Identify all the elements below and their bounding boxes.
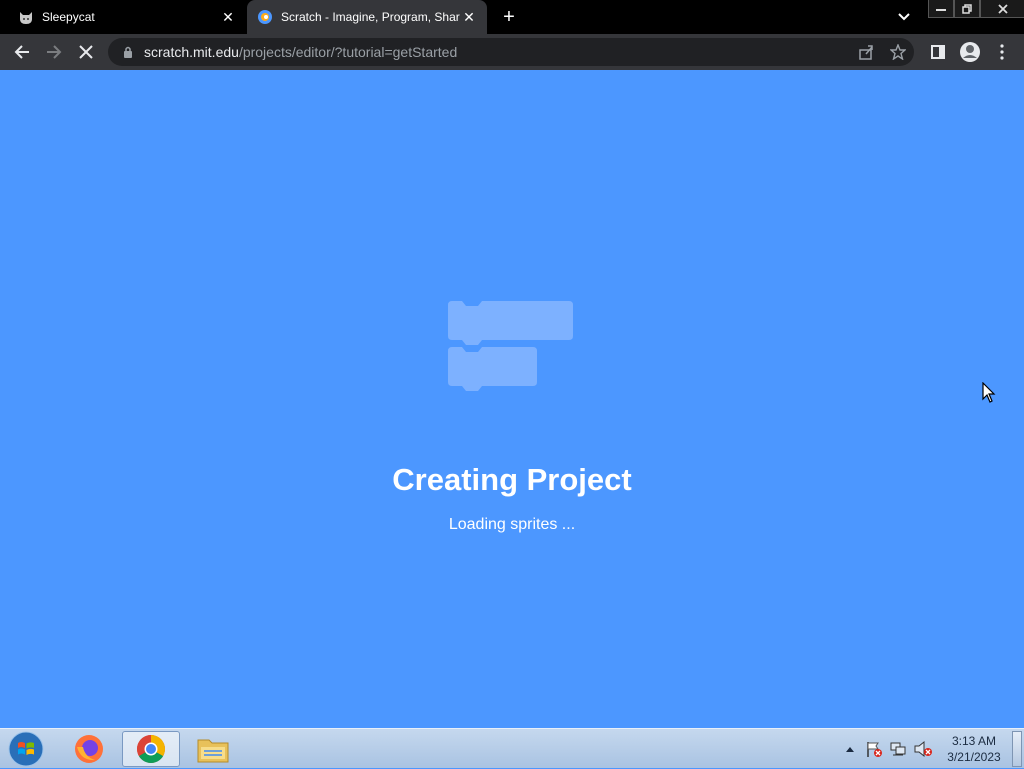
taskbar: 3:13 AM 3/21/2023 <box>0 728 1024 768</box>
tab-title: Sleepycat <box>42 10 95 24</box>
browser-toolbar: scratch.mit.edu/projects/editor/?tutoria… <box>0 34 1024 70</box>
window-controls <box>928 0 1024 18</box>
clock-time: 3:13 AM <box>951 734 997 748</box>
side-panel-icon[interactable] <box>926 40 950 64</box>
restore-button[interactable] <box>954 0 980 18</box>
scratch-icon <box>257 9 273 25</box>
profile-avatar-icon[interactable] <box>958 40 982 64</box>
loading-blocks-icon <box>448 301 574 400</box>
close-tab-icon[interactable]: ✕ <box>461 9 477 25</box>
file-explorer-taskbar-button[interactable] <box>184 731 242 767</box>
mouse-cursor-icon <box>982 381 996 409</box>
system-clock[interactable]: 3:13 AM 3/21/2023 <box>940 733 1008 765</box>
close-tab-icon[interactable]: ✕ <box>220 9 236 25</box>
firefox-taskbar-button[interactable] <box>60 731 118 767</box>
url-text: scratch.mit.edu/projects/editor/?tutoria… <box>144 44 457 60</box>
firefox-icon <box>75 735 103 763</box>
stop-icon <box>79 45 93 59</box>
show-hidden-icons-button[interactable] <box>843 729 857 769</box>
back-button[interactable] <box>10 40 34 64</box>
windows-logo-icon <box>8 731 44 767</box>
network-icon[interactable] <box>888 729 908 769</box>
tab-strip: Sleepycat ✕ Scratch - Imagine, Program, … <box>0 0 1024 34</box>
menu-kebab-icon[interactable] <box>990 40 1014 64</box>
cat-icon <box>18 9 34 25</box>
file-explorer-icon <box>197 739 229 763</box>
clock-date: 3/21/2023 <box>947 750 1001 764</box>
volume-muted-icon[interactable] <box>912 729 934 769</box>
lock-icon[interactable] <box>120 46 136 58</box>
close-window-button[interactable] <box>980 0 1024 18</box>
forward-button[interactable] <box>42 40 66 64</box>
tab-title: Scratch - Imagine, Program, Shar <box>281 10 460 24</box>
new-tab-button[interactable]: + <box>497 6 521 28</box>
share-icon[interactable] <box>854 38 878 66</box>
show-desktop-button[interactable] <box>1012 731 1022 767</box>
action-center-flag-icon[interactable] <box>864 729 884 769</box>
minimize-button[interactable] <box>928 0 954 18</box>
forward-arrow-icon <box>47 45 62 59</box>
tab-scratch[interactable]: Scratch - Imagine, Program, Shar ✕ <box>247 0 487 34</box>
loading-message: Loading sprites ... <box>448 516 576 533</box>
tab-sleepycat[interactable]: Sleepycat ✕ <box>8 0 246 34</box>
address-bar[interactable]: scratch.mit.edu/projects/editor/?tutoria… <box>108 38 914 66</box>
start-button[interactable] <box>6 731 46 767</box>
chrome-icon <box>137 735 165 763</box>
bookmark-star-icon[interactable] <box>886 38 910 66</box>
chrome-taskbar-button[interactable] <box>122 731 180 767</box>
tab-search-icon[interactable] <box>893 8 915 26</box>
back-arrow-icon <box>14 45 29 59</box>
url-path: /projects/editor/?tutorial=getStarted <box>238 44 458 60</box>
loading-title: Creating Project <box>392 462 632 497</box>
url-host: scratch.mit.edu <box>144 44 239 60</box>
stop-loading-button[interactable] <box>74 40 98 64</box>
